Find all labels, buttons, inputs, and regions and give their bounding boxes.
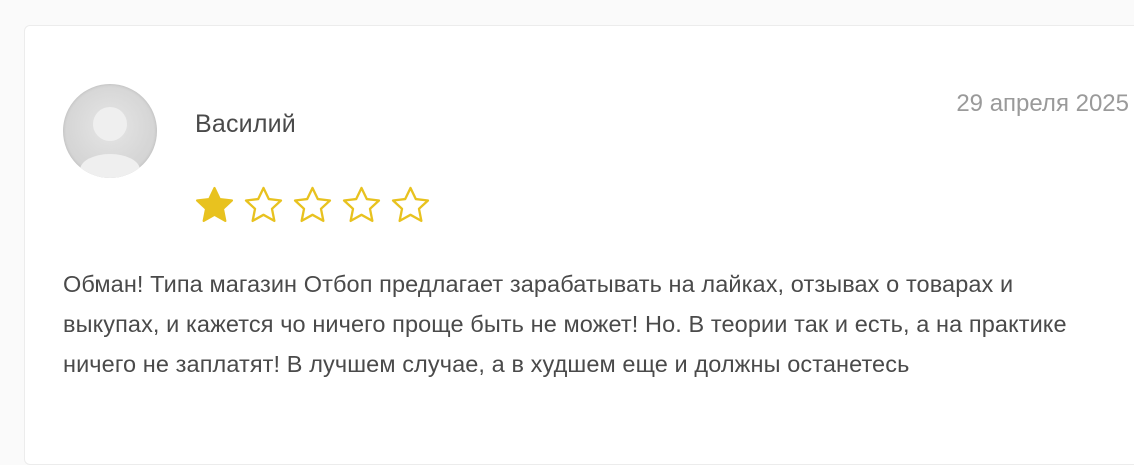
- star-filled-icon: [195, 186, 234, 222]
- avatar: [63, 84, 157, 178]
- star-outline-icon: [244, 186, 283, 223]
- star-outline-icon: [293, 186, 332, 223]
- review-author: Василий: [195, 110, 296, 138]
- star-outline-icon: [391, 186, 430, 223]
- star-outline-icon: [342, 186, 381, 223]
- rating-stars: [192, 184, 433, 227]
- user-placeholder-icon: [80, 107, 140, 178]
- review-text: Обман! Типа магазин Отбоп предлагает зар…: [63, 271, 1067, 377]
- review-card: Василий 29 апреля 2025 Обман! Типа магаз…: [24, 25, 1134, 465]
- review-date: 29 апреля 2025: [956, 90, 1129, 117]
